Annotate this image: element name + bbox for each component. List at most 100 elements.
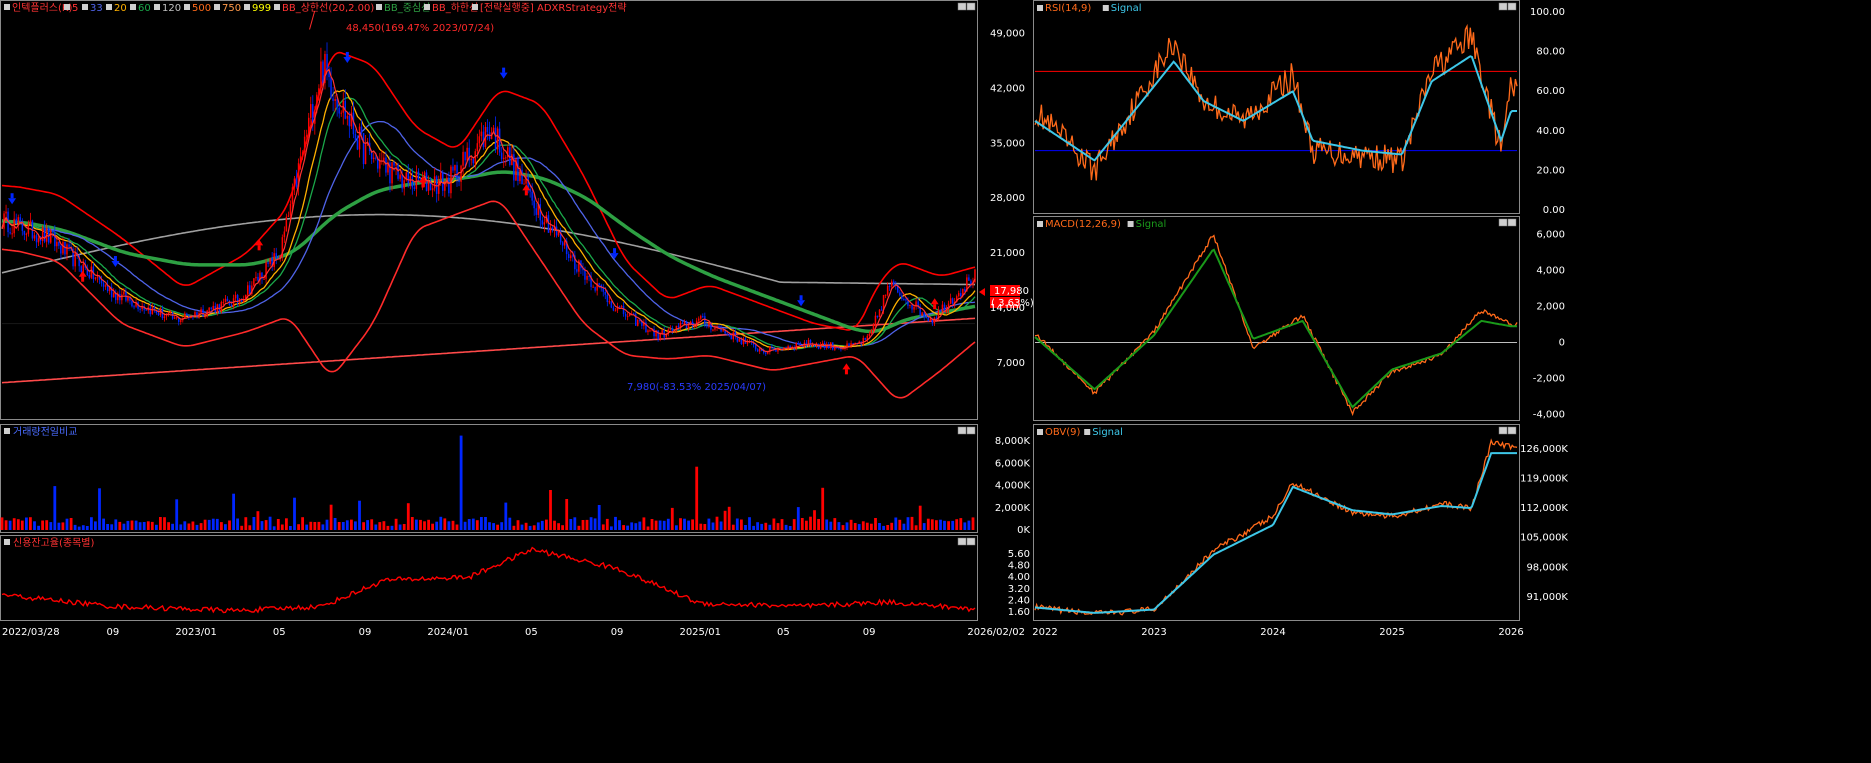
candle-body [224,298,227,302]
obv-legend: OBV(9) Signal [1037,427,1123,438]
volume-bar [687,520,690,530]
candle-body [340,112,342,114]
sell-signal-arrow [797,300,806,307]
macd-panel-minimize-button[interactable] [1498,218,1508,227]
legend-swatch [1127,221,1134,227]
volume-bar [427,519,430,530]
volume-bar [500,522,504,530]
volume-bar [833,518,837,530]
candle-body [606,294,609,302]
main-price-panel[interactable] [0,0,978,420]
candle-body [267,262,269,264]
candle-body [923,312,925,317]
legend-item: 750 [222,3,241,14]
volume-panel-minimize-button[interactable] [957,426,967,435]
candle-body [618,306,621,308]
volume-bar [16,519,20,530]
candle-body [263,278,265,280]
candle-body [608,301,611,303]
volume-bar [776,523,780,530]
volume-bar [155,524,158,530]
credit-panel-minimize-button[interactable] [957,537,967,546]
volume-bar [187,523,191,530]
candle-body [184,313,186,319]
candle-body [671,328,674,332]
volume-bar [874,518,877,530]
candle-body [330,77,332,99]
volume-bar [285,518,288,530]
volume-bar [341,522,345,530]
volume-bar [451,520,455,530]
candle-body [874,315,877,325]
volume-bar [289,526,292,530]
candle-body [620,305,623,308]
legend-item: 20 [114,3,127,14]
candle-body [133,306,135,308]
main-legend: 인텍플러스(K) 5 33 20 60 120 500 750 999 BB_상한선(20,2.0… [4,1,627,14]
candle-body [291,187,294,204]
candle-body [700,316,702,319]
volume-bar [8,520,12,530]
candle-body [257,276,259,281]
ma5-line [1,68,976,353]
rsi-panel-maximize-button[interactable] [1507,2,1517,11]
candle-body [706,324,708,326]
high-annotation-leader [309,11,316,30]
obv-panel[interactable] [1033,424,1520,621]
main-y-tick: 49,000 [990,28,1025,39]
volume-bar [829,521,833,530]
candle-body [886,286,889,295]
sell-signal-arrow [111,261,120,268]
volume-bar [524,522,528,530]
rsi-panel[interactable] [1033,0,1520,214]
main-panel-maximize-button[interactable] [966,2,976,11]
main-panel-minimize-button[interactable] [957,2,967,11]
legend-item: 999 [252,3,271,14]
candle-body [295,178,298,187]
candle-body [145,309,147,311]
candle-body [438,179,440,194]
macd-y-tick: 6,000 [1536,230,1565,241]
main-y-tick: 35,000 [990,138,1025,149]
macd-panel-maximize-button[interactable] [1507,218,1517,227]
obv-panel-maximize-button[interactable] [1507,426,1517,435]
candle-body [334,99,336,101]
macd-panel[interactable] [1033,216,1520,421]
stock-chart-canvas: 인텍플러스(K) 5 33 20 60 120 500 750 999 BB_상한선(20,2.0… [0,0,1568,638]
legend-swatch [424,4,430,10]
candle-body [921,312,923,316]
volume-bar [788,526,792,530]
volume-bar [350,519,353,530]
volume-bar [496,524,499,530]
obv-y-tick: 91,000K [1526,592,1568,603]
volume-bar [565,499,569,530]
obv-panel-minimize-button[interactable] [1498,426,1508,435]
sell-signal-stem [613,248,617,254]
volume-bar [642,517,646,530]
candle-body [210,307,212,310]
candle-body [249,285,251,294]
low-price-annotation: 7,980(-83.53% 2025/04/07) [627,382,766,393]
buy-signal-arrow [78,270,87,277]
rsi-y-tick: 60.00 [1536,86,1565,97]
candle-body [186,313,188,316]
volume-panel[interactable] [0,424,978,533]
volume-panel-maximize-button[interactable] [966,426,976,435]
volume-bar [102,518,105,530]
volume-bar [922,523,926,530]
candle-body [415,171,418,189]
volume-bar [268,516,272,530]
candle-body [431,188,434,191]
rsi-panel-minimize-button[interactable] [1498,2,1508,11]
macd-y-tick: 2,000 [1536,302,1565,313]
credit-panel-maximize-button[interactable] [966,537,976,546]
volume-bar [126,520,130,530]
volume-bar [65,518,69,530]
candle-body [951,298,954,304]
ma500-line [1,317,976,384]
volume-bar [857,524,861,530]
volume-bar [33,521,36,530]
volume-bars [0,435,975,530]
candle-body [549,227,552,233]
volume-bar [699,523,703,530]
